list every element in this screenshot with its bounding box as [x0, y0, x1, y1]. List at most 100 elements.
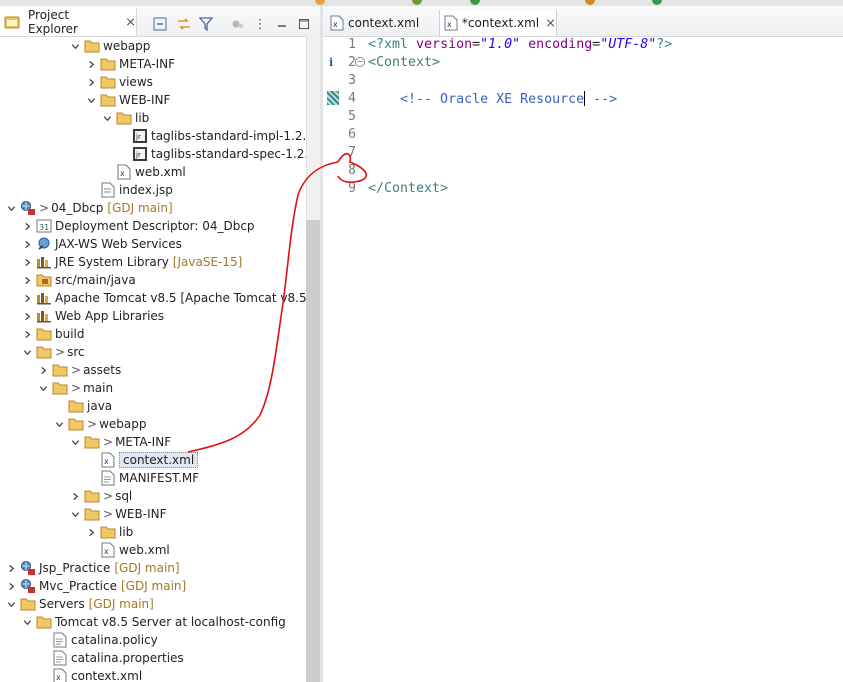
collapsed-arrow-icon[interactable] — [22, 275, 32, 285]
collapsed-arrow-icon[interactable] — [22, 293, 32, 303]
tree-item[interactable]: > webapp — [54, 415, 146, 433]
view-menu-icon[interactable]: ⋮ — [252, 16, 268, 32]
code-line[interactable]: <Context> — [368, 55, 440, 70]
link-with-editor-icon[interactable] — [176, 16, 192, 32]
tree-item[interactable]: MANIFEST.MF — [86, 469, 199, 487]
tree-item[interactable]: > META-INF — [70, 433, 171, 451]
tree-item[interactable]: catalina.properties — [38, 649, 184, 667]
tree-item[interactable]: Jsp_Practice [GDJ main] — [6, 559, 180, 577]
collapsed-arrow-icon[interactable] — [6, 563, 16, 573]
code-line[interactable]: <?xml version="1.0" encoding="UTF-8"?> — [368, 37, 672, 52]
tree-item-label: JAX-WS Web Services — [55, 237, 182, 251]
folder-icon — [52, 380, 68, 396]
tree-item[interactable]: java — [54, 397, 112, 415]
web-project-icon — [20, 560, 36, 576]
git-dirty-decorator: > — [39, 201, 50, 215]
info-marker-icon[interactable]: i — [329, 56, 333, 69]
expanded-arrow-icon[interactable] — [22, 617, 32, 627]
collapse-all-icon[interactable] — [152, 16, 168, 32]
svg-text:x: x — [104, 547, 109, 556]
tree-item[interactable]: > main — [38, 379, 113, 397]
collapsed-arrow-icon[interactable] — [70, 491, 80, 501]
collapsed-arrow-icon[interactable] — [22, 257, 32, 267]
tree-item[interactable]: webapp — [70, 37, 150, 55]
tree-item[interactable]: src/main/java — [22, 271, 136, 289]
tree-item[interactable]: JAX-WS Web Services — [22, 235, 182, 253]
collapsed-arrow-icon[interactable] — [86, 59, 96, 69]
collapsed-arrow-icon[interactable] — [22, 311, 32, 321]
expanded-arrow-icon[interactable] — [6, 599, 16, 609]
xml-editor[interactable] — [323, 6, 843, 682]
code-line[interactable]: </Context> — [368, 181, 448, 196]
tree-item-label: views — [119, 75, 153, 89]
collapsed-arrow-icon[interactable] — [6, 581, 16, 591]
expanded-arrow-icon[interactable] — [6, 203, 16, 213]
tree-item-label: 04_Dbcp — [51, 201, 104, 215]
close-icon[interactable]: ⨯ — [545, 16, 556, 31]
tree-item[interactable]: lib — [102, 109, 149, 127]
collapsed-arrow-icon[interactable] — [86, 77, 96, 87]
tree-item[interactable]: >04_Dbcp [GDJ main] — [6, 199, 173, 217]
tree-item[interactable]: Mvc_Practice [GDJ main] — [6, 577, 186, 595]
close-icon[interactable]: ⨯ — [125, 15, 136, 30]
folder-icon — [100, 56, 116, 72]
git-dirty-decorator: > — [103, 507, 114, 521]
minimize-icon[interactable] — [274, 16, 290, 32]
tree-item[interactable]: Tomcat v8.5 Server at localhost-config — [22, 613, 286, 631]
svg-text:x: x — [333, 20, 338, 29]
tree-item[interactable]: lib — [86, 523, 133, 541]
tree-item[interactable]: build — [22, 325, 85, 343]
tree-item[interactable]: WEB-INF — [86, 91, 170, 109]
tree-item-label: context.xml — [71, 669, 143, 682]
collapsed-arrow-icon[interactable] — [86, 527, 96, 537]
web-project-icon — [20, 200, 36, 216]
tree-item[interactable]: x web.xml — [102, 163, 186, 181]
tree-item[interactable]: x web.xml — [86, 541, 170, 559]
code-line[interactable]: <!-- Oracle XE Resource --> — [368, 91, 617, 107]
tree-item[interactable]: jr taglibs-standard-impl-1.2.5.jar — [118, 127, 306, 145]
expanded-arrow-icon[interactable] — [70, 509, 80, 519]
tree-item[interactable]: index.jsp — [86, 181, 173, 199]
expanded-arrow-icon[interactable] — [86, 95, 96, 105]
tree-item[interactable]: x context.xml — [86, 451, 199, 469]
collapsed-arrow-icon[interactable] — [38, 365, 48, 375]
tree-item-label: Apache Tomcat v8.5 [Apache Tomcat v8.5] — [55, 291, 306, 305]
collapsed-arrow-icon[interactable] — [22, 239, 32, 249]
tree-item[interactable]: jr taglibs-standard-spec-1.2.5.jar — [118, 145, 306, 163]
expanded-arrow-icon[interactable] — [22, 347, 32, 357]
expanded-arrow-icon[interactable] — [38, 383, 48, 393]
tree-item[interactable]: Web App Libraries — [22, 307, 164, 325]
expanded-arrow-icon[interactable] — [70, 437, 80, 447]
xml-file-icon: x — [444, 15, 459, 31]
maximize-icon[interactable] — [296, 16, 312, 32]
tree-item[interactable]: > WEB-INF — [70, 505, 167, 523]
tree-item[interactable]: Servers [GDJ main] — [6, 595, 154, 613]
expanded-arrow-icon[interactable] — [102, 113, 112, 123]
expanded-arrow-icon[interactable] — [54, 419, 64, 429]
tree-item-label: JRE System Library — [55, 255, 169, 269]
tree-item[interactable]: > assets — [38, 361, 121, 379]
tree-item[interactable]: META-INF — [86, 55, 175, 73]
tree-item[interactable]: > src — [22, 343, 85, 361]
collapsed-arrow-icon[interactable] — [22, 221, 32, 231]
tree-item-label: sql — [115, 489, 133, 503]
tree-item[interactable]: JRE System Library [JavaSE-15] — [22, 253, 242, 271]
library-icon — [36, 290, 52, 306]
expanded-arrow-icon[interactable] — [70, 41, 80, 51]
editor-tab-context-xml-modified[interactable]: x *context.xml ⨯ — [439, 10, 557, 36]
fold-collapse-icon[interactable]: − — [355, 57, 365, 67]
project-explorer-tab[interactable]: Project Explorer ⨯ — [0, 8, 137, 36]
tree-item[interactable]: Apache Tomcat v8.5 [Apache Tomcat v8.5] — [22, 289, 306, 307]
filter-options-icon[interactable] — [230, 16, 246, 32]
filter-icon[interactable] — [198, 16, 214, 32]
tree-item[interactable]: x context.xml — [38, 667, 142, 682]
editor-tab-context-xml[interactable]: x context.xml — [329, 10, 437, 36]
tree-item[interactable]: > sql — [70, 487, 132, 505]
collapsed-arrow-icon[interactable] — [22, 329, 32, 339]
tree-item[interactable]: catalina.policy — [38, 631, 158, 649]
tree-scrollbar-thumb[interactable] — [306, 220, 320, 682]
tree-item[interactable]: 31 Deployment Descriptor: 04_Dbcp — [22, 217, 255, 235]
tree-item[interactable]: views — [86, 73, 153, 91]
